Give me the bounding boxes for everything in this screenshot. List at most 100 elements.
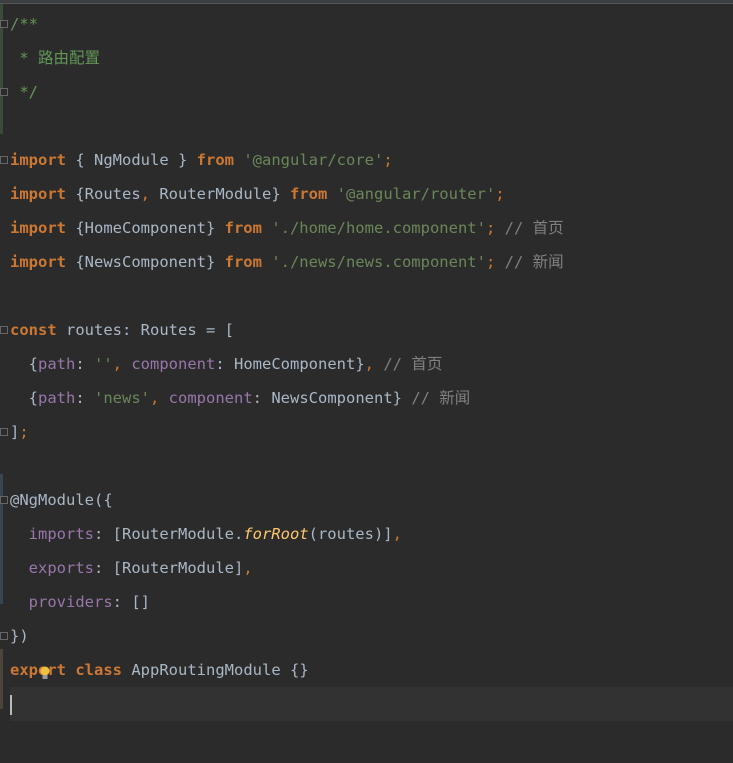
code-token: ,: [364, 355, 374, 373]
fold-icon[interactable]: [0, 326, 8, 334]
code-token: {: [10, 389, 38, 407]
code-token: 'news': [94, 389, 150, 407]
fold-icon[interactable]: [0, 428, 8, 436]
code-token: import: [10, 253, 66, 271]
fold-icon[interactable]: [0, 632, 8, 640]
code-token: forRoot: [243, 525, 309, 543]
code-token: '@angular/core': [243, 151, 384, 169]
code-line[interactable]: import {Routes, RouterModule} from '@ang…: [10, 177, 733, 211]
code-token: import: [10, 185, 66, 203]
code-token: : HomeComponent}: [215, 355, 365, 373]
code-token: class: [75, 661, 123, 679]
fold-icon[interactable]: [0, 496, 8, 504]
code-token: { NgModule }: [66, 151, 197, 169]
code-line[interactable]: [10, 279, 733, 313]
code-line[interactable]: [10, 109, 733, 143]
code-line[interactable]: {path: 'news', component: NewsComponent}…: [10, 381, 733, 415]
change-marker: [0, 474, 3, 604]
code-token: @NgModule({: [10, 491, 113, 509]
code-token: exports: [28, 559, 94, 577]
change-marker: [0, 649, 3, 709]
code-token: '': [94, 355, 113, 373]
code-token: : []: [112, 593, 150, 611]
code-token: ,: [150, 389, 169, 407]
code-token: RouterModule}: [150, 185, 290, 203]
code-token: component: [168, 389, 253, 407]
code-token: const: [10, 321, 57, 339]
code-token: : [RouterModule]: [94, 559, 244, 577]
code-token: from: [196, 151, 234, 169]
code-token: path: [38, 355, 76, 373]
code-token: from: [224, 219, 262, 237]
code-line[interactable]: @NgModule({: [10, 483, 733, 517]
code-line[interactable]: [10, 449, 733, 483]
code-token: from: [289, 185, 328, 203]
code-token: ;: [485, 253, 496, 271]
editor-gutter[interactable]: [0, 4, 9, 763]
code-token: routes: Routes = [: [56, 321, 234, 339]
code-token: ;: [495, 185, 505, 203]
code-token: }): [10, 627, 29, 645]
fold-icon[interactable]: [0, 20, 8, 28]
fold-icon[interactable]: [0, 156, 8, 164]
code-token: import: [10, 151, 66, 169]
code-line[interactable]: /**: [10, 7, 733, 41]
code-line[interactable]: }): [10, 619, 733, 653]
code-token: ,: [140, 185, 150, 203]
code-token: AppRoutingModule {}: [122, 661, 309, 679]
code-line[interactable]: import {NewsComponent} from './news/news…: [10, 245, 733, 279]
code-token: {HomeComponent}: [66, 219, 225, 237]
code-token: : [RouterModule.: [94, 525, 244, 543]
code-token: :: [75, 355, 94, 373]
code-token: // 新闻: [401, 389, 471, 407]
code-token: ,: [112, 355, 132, 373]
code-token: './home/home.component': [271, 219, 486, 237]
code-line[interactable]: providers: []: [10, 585, 733, 619]
code-token: (routes)]: [308, 525, 393, 543]
code-line[interactable]: exports: [RouterModule],: [10, 551, 733, 585]
code-token: ;: [383, 151, 393, 169]
code-token: ]: [10, 423, 20, 441]
code-line[interactable]: export class AppRoutingModule {}: [10, 653, 733, 687]
code-token: // 首页: [374, 355, 443, 373]
code-token: : NewsComponent}: [252, 389, 402, 407]
code-line[interactable]: const routes: Routes = [: [10, 313, 733, 347]
code-line[interactable]: ];: [10, 415, 733, 449]
code-token: imports: [28, 525, 94, 543]
text-cursor: [10, 694, 12, 715]
code-token: :: [75, 389, 94, 407]
code-line[interactable]: * 路由配置: [10, 41, 733, 75]
code-token: {NewsComponent}: [66, 253, 225, 271]
code-line[interactable]: {path: '', component: HomeComponent}, //…: [10, 347, 733, 381]
code-token: // 首页: [495, 219, 564, 237]
code-line[interactable]: */: [10, 75, 733, 109]
code-line[interactable]: [10, 687, 733, 721]
code-token: component: [131, 355, 216, 373]
code-token: path: [38, 389, 76, 407]
lightbulb-icon[interactable]: [40, 666, 50, 680]
code-token: export: [10, 661, 66, 679]
editor-top-border: [0, 0, 733, 4]
fold-icon[interactable]: [0, 88, 8, 96]
code-token: * 路由配置: [10, 49, 100, 67]
code-token: import: [10, 219, 66, 237]
code-token: {Routes: [66, 185, 141, 203]
code-token: ,: [392, 525, 402, 543]
code-token: ,: [243, 559, 253, 577]
code-token: providers: [28, 593, 113, 611]
code-line[interactable]: import { NgModule } from '@angular/core'…: [10, 143, 733, 177]
code-line[interactable]: imports: [RouterModule.forRoot(routes)],: [10, 517, 733, 551]
code-editor[interactable]: /** * 路由配置 */ import { NgModule } from '@…: [10, 7, 733, 721]
code-token: ;: [19, 423, 29, 441]
code-line[interactable]: import {HomeComponent} from './home/home…: [10, 211, 733, 245]
code-token: '@angular/router': [336, 185, 496, 203]
code-token: {: [10, 355, 38, 373]
code-token: ;: [485, 219, 496, 237]
